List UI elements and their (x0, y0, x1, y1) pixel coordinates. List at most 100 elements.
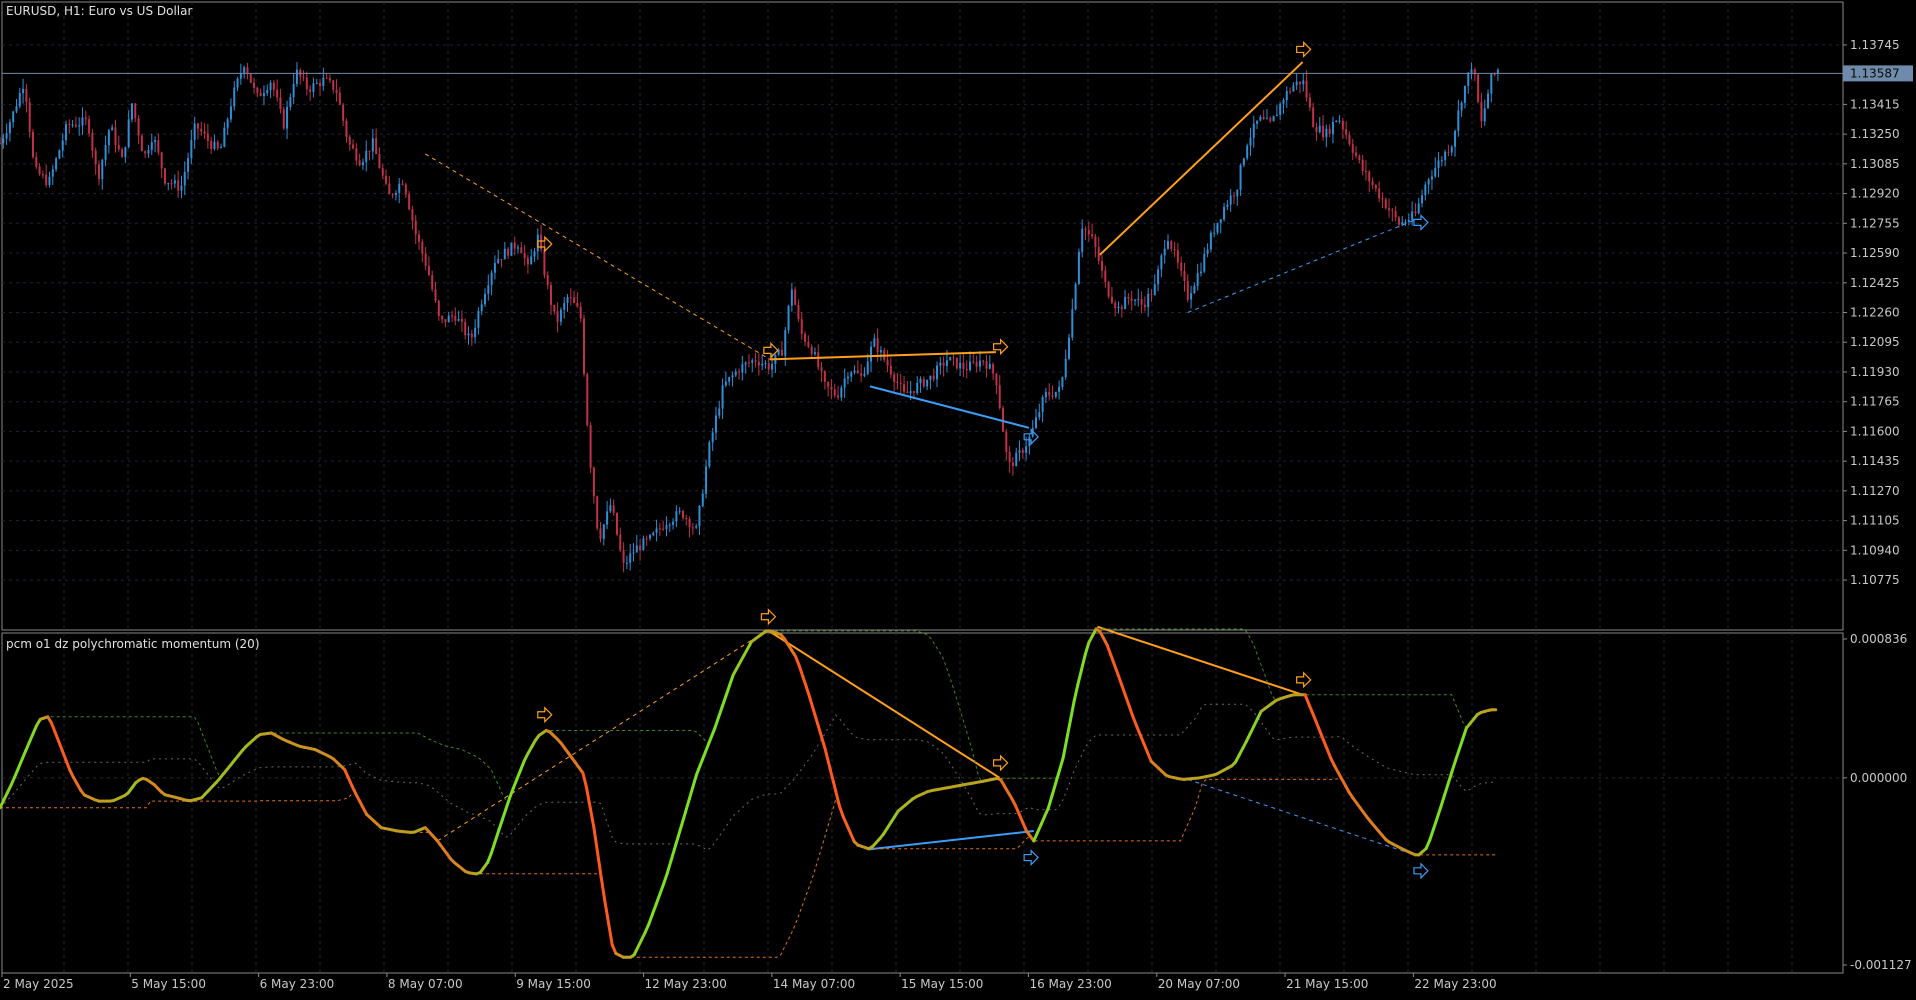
candle-body (1395, 211, 1397, 217)
candle-body (1216, 223, 1218, 233)
candle-body (1193, 286, 1195, 293)
candle-body (1434, 168, 1436, 176)
candle-body (834, 389, 836, 395)
candle-body (1398, 217, 1400, 224)
candle-body (279, 97, 281, 109)
candle-body (616, 513, 618, 535)
candle-body (728, 377, 730, 382)
candle-body (48, 177, 50, 185)
x-tick-label: 20 May 07:00 (1158, 977, 1240, 991)
candle-body (62, 140, 64, 150)
candle-body (741, 364, 743, 372)
candle-body (1078, 252, 1080, 284)
candle-body (656, 528, 658, 532)
candle-body (761, 364, 763, 366)
candle-body (1022, 450, 1024, 453)
candle-body (695, 526, 697, 528)
candle-body (22, 89, 24, 93)
candle-body (936, 366, 938, 380)
candle-body (649, 535, 651, 538)
candle-body (1484, 108, 1486, 121)
candle-body (435, 289, 437, 301)
candle-body (405, 185, 407, 195)
candle-body (1276, 115, 1278, 116)
candle-body (497, 259, 499, 263)
candle-body (1121, 307, 1123, 309)
candle-body (1444, 152, 1446, 160)
candle-body (177, 180, 179, 190)
candle-body (1187, 281, 1189, 299)
candle-body (342, 105, 344, 121)
candle-body (764, 363, 766, 364)
candle-body (1299, 82, 1301, 85)
candle-body (698, 506, 700, 526)
candle-body (45, 175, 47, 185)
candle-body (1150, 294, 1152, 295)
candle-body (190, 140, 192, 158)
candle-body (144, 151, 146, 153)
candle-body (1358, 156, 1360, 160)
candle-body (847, 377, 849, 379)
trading-chart[interactable]: 1.137451.134151.132501.130851.129201.127… (0, 0, 1916, 996)
candle-body (1058, 387, 1060, 392)
candle-body (547, 275, 549, 285)
candle-body (1137, 299, 1139, 300)
candle-body (1081, 229, 1083, 252)
candle-body (161, 152, 163, 168)
candle-body (1289, 91, 1291, 92)
osc-tick-label: -0.001127 (1850, 958, 1912, 972)
candle-body (378, 154, 380, 168)
candle-body (111, 127, 113, 130)
candle-body (9, 122, 11, 133)
candle-body (863, 374, 865, 376)
candle-body (837, 395, 839, 397)
candle-body (0, 143, 1, 144)
candle-body (227, 119, 229, 127)
candle-body (507, 249, 509, 256)
candle-body (68, 124, 70, 125)
candle-body (1085, 229, 1087, 230)
candle-body (1055, 392, 1057, 397)
candle-body (923, 379, 925, 387)
candle-body (124, 147, 126, 157)
candle-body (771, 364, 773, 370)
candle-body (121, 149, 123, 157)
candle-body (1025, 446, 1027, 453)
candle-body (491, 273, 493, 285)
candle-body (1279, 104, 1281, 115)
candle-body (484, 294, 486, 304)
candle-body (731, 375, 733, 377)
x-tick-label: 21 May 15:00 (1286, 977, 1368, 991)
candle-body (345, 121, 347, 137)
chart-canvas[interactable]: 1.137451.134151.132501.130851.129201.127… (0, 0, 1916, 996)
candle-body (530, 257, 532, 265)
candle-body (672, 522, 674, 525)
candle-body (309, 89, 311, 92)
candle-body (1233, 196, 1235, 197)
candle-body (1424, 185, 1426, 196)
candle-body (1101, 261, 1103, 271)
candle-body (712, 433, 714, 443)
candle-body (1012, 462, 1014, 466)
candle-body (134, 104, 136, 119)
y-tick-label: 1.12260 (1850, 306, 1900, 320)
candle-body (629, 554, 631, 563)
candle-body (1464, 86, 1466, 103)
candle-body (458, 319, 460, 321)
candle-body (689, 519, 691, 527)
candle-body (1042, 397, 1044, 412)
candle-body (1322, 126, 1324, 138)
candle-body (154, 140, 156, 142)
candle-body (652, 533, 654, 535)
candle-body (171, 183, 173, 184)
candle-body (1431, 176, 1433, 179)
candle-body (1388, 208, 1390, 210)
candle-body (1329, 129, 1331, 134)
candle-body (118, 145, 120, 149)
y-tick-label: 1.13415 (1850, 97, 1900, 111)
candle-body (821, 367, 823, 371)
candle-body (29, 102, 31, 132)
candle-body (256, 88, 258, 93)
y-tick-label: 1.12590 (1850, 246, 1900, 260)
candle-body (1104, 271, 1106, 282)
